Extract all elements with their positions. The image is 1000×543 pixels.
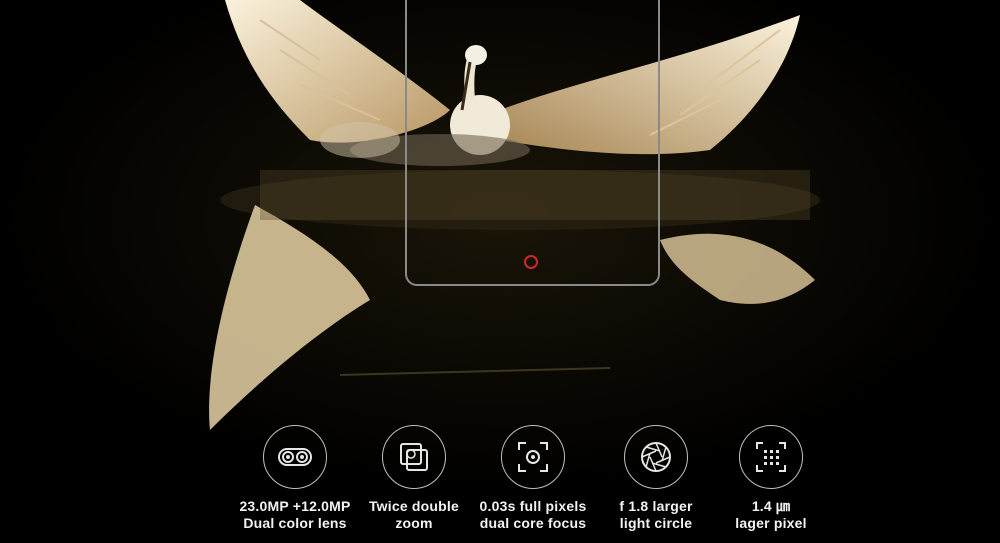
aperture-icon	[624, 425, 688, 489]
home-button-ring-icon	[524, 255, 538, 269]
feature-focus: 0.03s full pixels dual core focus	[463, 425, 603, 532]
feature-pixel: 1.4 ㎛ lager pixel	[701, 425, 841, 532]
phone-outline	[405, 0, 660, 286]
feature-label: 1.4 ㎛ lager pixel	[735, 498, 807, 531]
feature-label: 0.03s full pixels dual core focus	[479, 498, 587, 531]
zoom-icon	[382, 425, 446, 489]
pixel-grid-icon	[739, 425, 803, 489]
focus-icon	[501, 425, 565, 489]
feature-row: 23.0MP +12.0MP Dual color lens Twice doub…	[0, 425, 1000, 543]
dual-camera-icon	[263, 425, 327, 489]
